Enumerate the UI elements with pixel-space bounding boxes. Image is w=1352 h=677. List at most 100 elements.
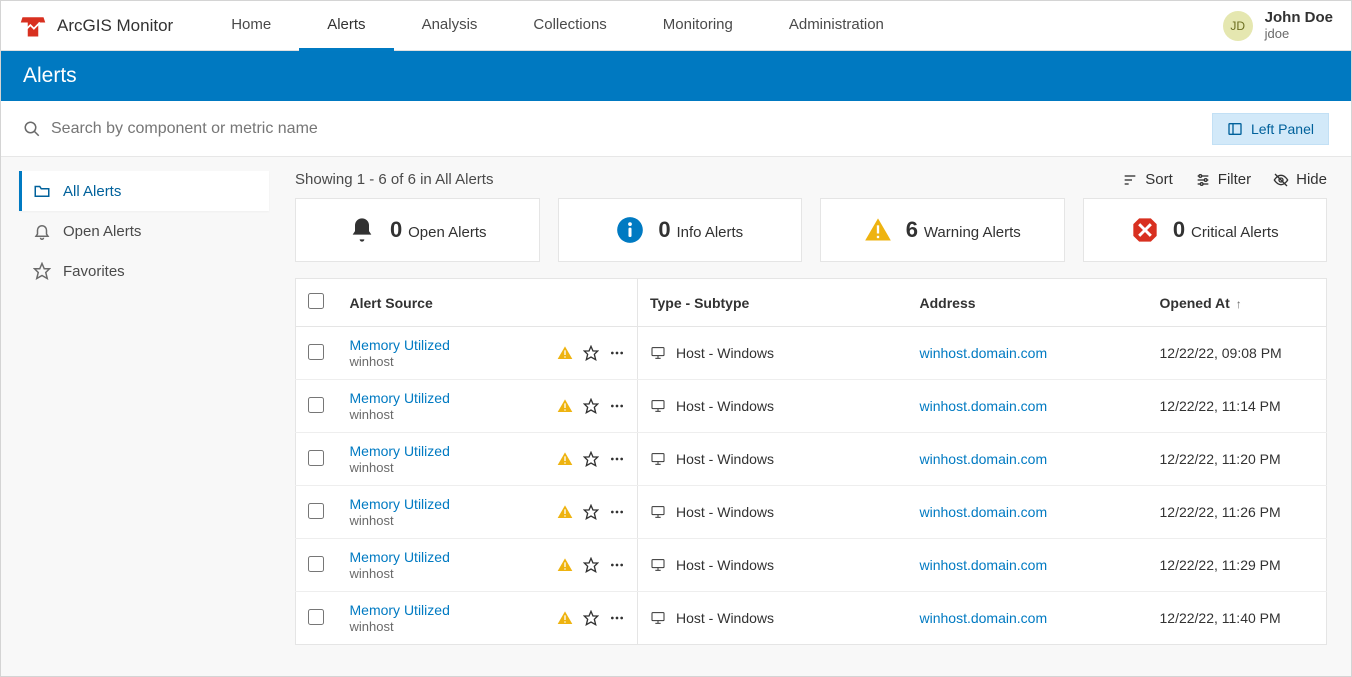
- filter-button[interactable]: Filter: [1195, 171, 1251, 188]
- card-warning-alerts[interactable]: 6 Warning Alerts: [820, 198, 1065, 262]
- more-actions-icon[interactable]: [609, 504, 625, 520]
- favorite-star-icon[interactable]: [583, 451, 599, 467]
- avatar: JD: [1223, 11, 1253, 41]
- select-all-checkbox[interactable]: [308, 293, 324, 309]
- host-monitor-icon: [650, 504, 666, 520]
- hide-button[interactable]: Hide: [1273, 171, 1327, 188]
- nav-tab-alerts[interactable]: Alerts: [299, 1, 393, 51]
- address-link[interactable]: winhost.domain.com: [920, 557, 1048, 573]
- card-info-alerts[interactable]: 0 Info Alerts: [558, 198, 803, 262]
- sidebar-item-label: All Alerts: [63, 183, 121, 200]
- user-name: John Doe: [1265, 9, 1333, 26]
- showing-text: Showing 1 - 6 of 6 in All Alerts: [295, 171, 493, 188]
- critical-icon: [1131, 216, 1159, 244]
- host-monitor-icon: [650, 451, 666, 467]
- more-actions-icon[interactable]: [609, 398, 625, 414]
- alert-source-link[interactable]: Memory Utilized: [350, 443, 558, 459]
- favorite-star-icon[interactable]: [583, 557, 599, 573]
- sort-asc-icon: ↑: [1236, 297, 1242, 311]
- search-input[interactable]: [51, 120, 1198, 138]
- alert-host: winhost: [350, 354, 394, 369]
- address-link[interactable]: winhost.domain.com: [920, 398, 1048, 414]
- card-critical-alerts[interactable]: 0 Critical Alerts: [1083, 198, 1328, 262]
- address-link[interactable]: winhost.domain.com: [920, 610, 1048, 626]
- host-monitor-icon: [650, 398, 666, 414]
- address-link[interactable]: winhost.domain.com: [920, 451, 1048, 467]
- nav-tab-collections[interactable]: Collections: [505, 1, 634, 51]
- th-opened[interactable]: Opened At↑: [1148, 279, 1327, 327]
- table-row: Memory UtilizedwinhostHost - Windowswinh…: [296, 433, 1327, 486]
- brand-icon: [19, 12, 47, 40]
- alert-source-link[interactable]: Memory Utilized: [350, 390, 558, 406]
- favorite-star-icon[interactable]: [583, 345, 599, 361]
- user-login: jdoe: [1265, 27, 1333, 42]
- favorite-star-icon[interactable]: [583, 504, 599, 520]
- row-checkbox[interactable]: [308, 450, 324, 466]
- table-row: Memory UtilizedwinhostHost - Windowswinh…: [296, 486, 1327, 539]
- info-icon: [616, 216, 644, 244]
- alert-source-link[interactable]: Memory Utilized: [350, 496, 558, 512]
- address-link[interactable]: winhost.domain.com: [920, 504, 1048, 520]
- more-actions-icon[interactable]: [609, 451, 625, 467]
- warning-icon: [557, 557, 573, 573]
- th-address[interactable]: Address: [908, 279, 1148, 327]
- nav-tab-home[interactable]: Home: [203, 1, 299, 51]
- row-checkbox[interactable]: [308, 503, 324, 519]
- alert-source-link[interactable]: Memory Utilized: [350, 602, 558, 618]
- opened-at: 12/22/22, 11:29 PM: [1160, 557, 1281, 573]
- type-text: Host - Windows: [676, 345, 774, 361]
- row-checkbox[interactable]: [308, 397, 324, 413]
- sort-label: Sort: [1145, 171, 1173, 188]
- nav-tab-analysis[interactable]: Analysis: [394, 1, 506, 51]
- sidebar: All Alerts Open Alerts Favorites: [1, 157, 281, 676]
- bell-outline-icon: [33, 222, 51, 240]
- row-checkbox[interactable]: [308, 556, 324, 572]
- sort-button[interactable]: Sort: [1122, 171, 1173, 188]
- nav-tabs: Home Alerts Analysis Collections Monitor…: [203, 1, 912, 51]
- alert-source-link[interactable]: Memory Utilized: [350, 549, 558, 565]
- table-row: Memory Utilizedwinhost Host - Windows winh…: [296, 327, 1327, 380]
- more-actions-icon[interactable]: [609, 345, 625, 361]
- alert-source-link[interactable]: Memory Utilized: [350, 337, 558, 353]
- host-monitor-icon: [650, 610, 666, 626]
- row-checkbox[interactable]: [308, 609, 324, 625]
- card-label: Warning Alerts: [924, 224, 1021, 241]
- alert-host: winhost: [350, 513, 394, 528]
- warning-icon: [557, 398, 573, 414]
- row-checkbox[interactable]: [308, 344, 324, 360]
- sidebar-item-favorites[interactable]: Favorites: [19, 251, 269, 291]
- star-outline-icon: [33, 262, 51, 280]
- panel-icon: [1227, 121, 1243, 137]
- alert-host: winhost: [350, 460, 394, 475]
- nav-tab-administration[interactable]: Administration: [761, 1, 912, 51]
- type-text: Host - Windows: [676, 557, 774, 573]
- more-actions-icon[interactable]: [609, 610, 625, 626]
- top-nav: ArcGIS Monitor Home Alerts Analysis Coll…: [1, 1, 1351, 51]
- host-monitor-icon: [650, 557, 666, 573]
- brand: ArcGIS Monitor: [19, 12, 173, 40]
- favorite-star-icon[interactable]: [583, 398, 599, 414]
- user-area[interactable]: JD John Doe jdoe: [1223, 9, 1333, 41]
- favorite-star-icon[interactable]: [583, 610, 599, 626]
- page-title-bar: Alerts: [1, 51, 1351, 101]
- card-open-alerts[interactable]: 0 Open Alerts: [295, 198, 540, 262]
- sidebar-item-open-alerts[interactable]: Open Alerts: [19, 211, 269, 251]
- sidebar-item-all-alerts[interactable]: All Alerts: [19, 171, 269, 211]
- more-actions-icon[interactable]: [609, 557, 625, 573]
- type-text: Host - Windows: [676, 398, 774, 414]
- th-source[interactable]: Alert Source: [338, 279, 638, 327]
- card-count: 0: [390, 217, 402, 242]
- card-count: 0: [658, 217, 670, 242]
- alerts-table: Alert Source Type - Subtype Address Open…: [295, 278, 1327, 645]
- left-panel-button[interactable]: Left Panel: [1212, 113, 1329, 145]
- address-link[interactable]: winhost.domain.com: [920, 345, 1048, 361]
- filter-label: Filter: [1218, 171, 1251, 188]
- page-title: Alerts: [23, 64, 77, 88]
- th-type[interactable]: Type - Subtype: [638, 279, 908, 327]
- nav-tab-monitoring[interactable]: Monitoring: [635, 1, 761, 51]
- eye-off-icon: [1273, 172, 1289, 188]
- host-monitor-icon: [650, 345, 666, 361]
- main: All Alerts Open Alerts Favorites Showing…: [1, 157, 1351, 676]
- card-label: Info Alerts: [676, 224, 743, 241]
- bell-icon: [348, 216, 376, 244]
